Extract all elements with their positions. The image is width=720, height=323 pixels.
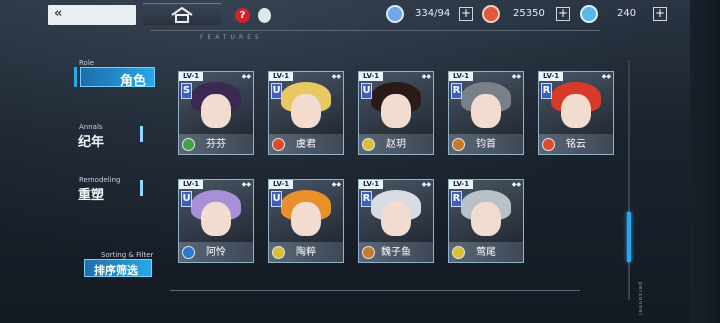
- add-gear-button[interactable]: +: [653, 7, 667, 21]
- character-name: 钧首: [476, 139, 496, 150]
- star-icon: ◆◆: [511, 73, 521, 80]
- character-card[interactable]: LV-1 ◆◆ R 魏子鱼: [358, 179, 434, 263]
- level-badge: LV-1: [269, 180, 294, 189]
- level-badge: LV-1: [269, 72, 294, 81]
- character-card[interactable]: LV-1 ◆◆ U 虞君: [268, 71, 344, 155]
- portrait-face: [201, 202, 231, 236]
- coin-value: 25350: [513, 8, 545, 19]
- bottom-divider: [170, 290, 580, 291]
- portrait-face: [471, 202, 501, 236]
- help-icon[interactable]: ?: [235, 8, 250, 23]
- character-portrait: [179, 180, 253, 242]
- star-icon: ◆◆: [511, 181, 521, 188]
- portrait-face: [381, 202, 411, 236]
- star-icon: ◆◆: [601, 73, 611, 80]
- character-portrait: [449, 180, 523, 242]
- level-badge: LV-1: [449, 180, 474, 189]
- star-icon: ◆◆: [331, 73, 341, 80]
- back-icon: «: [54, 6, 63, 21]
- nav-active-marker: [74, 67, 77, 87]
- home-button[interactable]: [143, 3, 221, 25]
- portrait-face: [291, 202, 321, 236]
- character-card[interactable]: LV-1 ◆◆ R 钧首: [448, 71, 524, 155]
- character-name: 陶粹: [296, 247, 316, 258]
- annals-marker: [140, 126, 143, 142]
- character-name: 赵玥: [386, 139, 406, 150]
- character-card[interactable]: LV-1 ◆◆ S 芬芬: [178, 71, 254, 155]
- level-badge: LV-1: [179, 180, 204, 189]
- star-icon: ◆◆: [421, 181, 431, 188]
- features-heading: FEATURES: [200, 34, 263, 41]
- side-caption: personnel: [637, 282, 643, 316]
- character-portrait: [449, 72, 523, 134]
- game-screen: « ? 334/94 + 25350 + 240 + FEATURES Role…: [0, 0, 720, 323]
- character-portrait: [269, 72, 343, 134]
- gear-value: 240: [617, 8, 637, 19]
- remodel-marker: [140, 180, 143, 196]
- rarity-badge: R: [451, 83, 462, 99]
- character-portrait: [359, 180, 433, 242]
- portrait-face: [471, 94, 501, 128]
- rarity-badge: U: [271, 191, 282, 207]
- level-badge: LV-1: [179, 72, 204, 81]
- star-icon: ◆◆: [331, 181, 341, 188]
- character-name: 莺尾: [476, 247, 496, 258]
- character-portrait: [359, 72, 433, 134]
- scroll-track[interactable]: [628, 60, 630, 300]
- rarity-badge: U: [361, 83, 372, 99]
- tab-remodeling[interactable]: 重塑: [78, 184, 104, 203]
- sort-filter-en: Sorting & Filter: [101, 251, 154, 259]
- star-icon: ◆◆: [241, 73, 251, 80]
- level-badge: LV-1: [449, 72, 474, 81]
- coin-icon: [482, 5, 500, 23]
- portrait-face: [201, 94, 231, 128]
- character-name: 虞君: [296, 139, 316, 150]
- right-edge-panel: [690, 0, 720, 323]
- character-name: 魏子鱼: [381, 247, 411, 258]
- back-button[interactable]: «: [48, 5, 136, 25]
- star-icon: ◆◆: [421, 73, 431, 80]
- character-name: 芬芬: [206, 139, 226, 150]
- nav-role-en: Role: [79, 59, 95, 67]
- rarity-badge: R: [541, 83, 552, 99]
- scroll-thumb[interactable]: [627, 212, 631, 262]
- rarity-badge: U: [181, 191, 192, 207]
- character-card[interactable]: LV-1 ◆◆ U 赵玥: [358, 71, 434, 155]
- sort-filter-button[interactable]: 排序筛选: [84, 259, 152, 277]
- rarity-badge: R: [451, 191, 462, 207]
- stamina-icon: [386, 5, 404, 23]
- character-card[interactable]: LV-1 ◆◆ U 陶粹: [268, 179, 344, 263]
- character-card[interactable]: LV-1 ◆◆ R 铭云: [538, 71, 614, 155]
- rarity-badge: S: [181, 83, 192, 99]
- character-card[interactable]: LV-1 ◆◆ U 阿怜: [178, 179, 254, 263]
- home-icon: [171, 7, 193, 23]
- notification-icon[interactable]: [258, 8, 271, 23]
- level-badge: LV-1: [359, 72, 384, 81]
- character-name: 铭云: [566, 139, 586, 150]
- character-portrait: [179, 72, 253, 134]
- nav-annals-en: Annals: [79, 123, 103, 131]
- tab-annals[interactable]: 纪年: [78, 131, 104, 150]
- gear-icon: [580, 5, 598, 23]
- character-portrait: [269, 180, 343, 242]
- character-card[interactable]: LV-1 ◆◆ R 莺尾: [448, 179, 524, 263]
- nav-remodel-en: Remodeling: [79, 176, 121, 184]
- character-name: 阿怜: [206, 247, 226, 258]
- add-coin-button[interactable]: +: [556, 7, 570, 21]
- star-icon: ◆◆: [241, 181, 251, 188]
- level-badge: LV-1: [539, 72, 564, 81]
- portrait-face: [381, 94, 411, 128]
- rarity-badge: U: [271, 83, 282, 99]
- tab-role-label: 角色: [119, 74, 146, 89]
- portrait-face: [291, 94, 321, 128]
- add-stamina-button[interactable]: +: [459, 7, 473, 21]
- top-divider: [150, 30, 600, 31]
- tab-role[interactable]: 角色: [80, 67, 155, 89]
- portrait-face: [561, 94, 591, 128]
- rarity-badge: R: [361, 191, 372, 207]
- sort-filter-label: 排序筛选: [94, 264, 138, 277]
- stamina-value: 334/94: [415, 8, 451, 19]
- character-portrait: [539, 72, 613, 134]
- level-badge: LV-1: [359, 180, 384, 189]
